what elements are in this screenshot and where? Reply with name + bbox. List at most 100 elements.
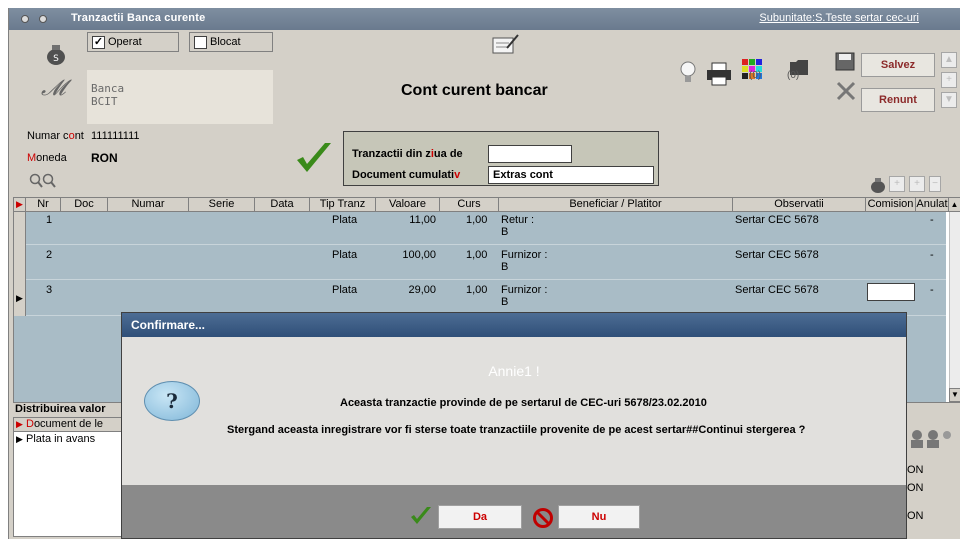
col-serie[interactable]: Serie <box>189 198 255 212</box>
save-disk-icon[interactable] <box>835 52 857 75</box>
window-close-dot[interactable] <box>21 15 29 23</box>
money-bag-small-icon[interactable] <box>869 176 887 197</box>
grid-scroll-up-icon[interactable]: ▲ <box>949 198 960 212</box>
grid-scroll-down-icon[interactable]: ▼ <box>949 388 960 402</box>
dist-right-3: ON <box>907 510 924 522</box>
printer-icon[interactable] <box>705 62 733 89</box>
blocat-label: Blocat <box>210 36 241 48</box>
lightbulb-icon[interactable] <box>679 60 697 89</box>
transactions-filter-panel: Tranzactii din ziua de Document cumulati… <box>343 131 659 186</box>
cancel-scissors-icon[interactable] <box>835 80 857 105</box>
script-m-icon[interactable]: 𝓜 <box>41 76 66 101</box>
cell-curs: 1,00 <box>466 249 488 261</box>
count-folder: (0) <box>787 70 800 81</box>
add-row-icon[interactable]: + <box>889 176 905 192</box>
remove-row-icon[interactable]: − <box>929 176 941 192</box>
svg-text:S: S <box>53 54 59 64</box>
dialog-user-greeting: Annie1 ! <box>488 363 540 379</box>
operat-checkbox[interactable]: ✓ Operat <box>87 32 179 52</box>
moneda-label: Moneda <box>27 152 67 164</box>
moneda-value: RON <box>91 151 118 165</box>
company-box: Banca BCIT <box>87 70 273 124</box>
edit-note-icon[interactable] <box>491 32 521 59</box>
people-icon[interactable] <box>909 428 953 451</box>
blocat-checkbox-box[interactable] <box>194 35 207 49</box>
dist-row-arrow-icon: ▶ <box>16 434 23 444</box>
cell-nr: 3 <box>46 284 53 296</box>
dist-right-2: ON <box>907 482 924 494</box>
table-row[interactable]: 2 Plata 100,00 1,00 Furnizor : B Sertar … <box>14 245 946 280</box>
dialog-message-1: Aceasta tranzactie provinde de pe sertar… <box>340 397 707 409</box>
scroll-up-icon[interactable]: ▲ <box>941 52 957 68</box>
dist-right-1: ON <box>907 464 924 476</box>
col-observatii[interactable]: Observatii <box>733 198 866 212</box>
dialog-footer: Da Nu <box>122 485 906 538</box>
dist-header-arrow-icon: ▶ <box>16 419 23 429</box>
col-curs[interactable]: Curs <box>440 198 499 212</box>
checkmark-icon[interactable] <box>295 140 333 181</box>
window-title: Tranzactii Banca curente <box>71 12 206 24</box>
add-icon[interactable]: + <box>941 72 957 88</box>
cell-valoare: 29,00 <box>408 284 436 296</box>
yes-check-icon[interactable] <box>410 505 432 530</box>
cell-anulat: - <box>930 214 934 226</box>
no-button[interactable]: Nu <box>558 505 640 529</box>
cell-curs: 1,00 <box>466 214 488 226</box>
add-row-2-icon[interactable]: + <box>909 176 925 192</box>
yes-button[interactable]: Da <box>438 505 522 529</box>
save-button[interactable]: Salvez <box>861 53 935 77</box>
window-minimize-dot[interactable] <box>39 15 47 23</box>
comision-input[interactable] <box>867 283 915 301</box>
header-indicator-icon: ▶ <box>14 198 26 212</box>
col-numar[interactable]: Numar <box>108 198 189 212</box>
zoom-icon[interactable] <box>29 173 59 192</box>
cell-valoare: 100,00 <box>402 249 436 261</box>
col-tip-tranz[interactable]: Tip Tranz <box>310 198 376 212</box>
cell-beneficiar: Furnizor : <box>501 249 548 261</box>
col-data[interactable]: Data <box>255 198 310 212</box>
col-comision[interactable]: Comision <box>866 198 916 212</box>
col-nr[interactable]: Nr <box>26 198 61 212</box>
col-valoare[interactable]: Valoare <box>376 198 440 212</box>
title-bar: Tranzactii Banca curente Subunitate:S.Te… <box>9 8 960 30</box>
table-row[interactable]: ▶ 3 Plata 29,00 1,00 Furnizor : B Sertar… <box>14 280 946 316</box>
cell-beneficiar-2: B <box>501 261 509 273</box>
row-selector[interactable] <box>14 212 26 245</box>
distribution-row[interactable]: ▶ Plata in avans <box>14 433 122 447</box>
scroll-down-icon[interactable]: ▼ <box>941 92 957 108</box>
cell-beneficiar-2: B <box>501 226 509 238</box>
blocat-checkbox[interactable]: Blocat <box>189 32 273 52</box>
cell-observatii: Sertar CEC 5678 <box>735 214 819 226</box>
cell-nr: 2 <box>46 249 53 261</box>
cell-valoare: 11,00 <box>409 214 436 226</box>
cell-tip: Plata <box>332 284 358 296</box>
cell-beneficiar: Retur : <box>501 214 535 226</box>
grid-scrollbar[interactable] <box>949 212 960 402</box>
question-icon: ? <box>144 381 200 421</box>
doc-cumulativ-label: Document cumulativ <box>352 169 461 181</box>
tz-date-input[interactable] <box>488 145 572 163</box>
row-selector[interactable] <box>14 245 26 280</box>
col-anulat[interactable]: Anulat <box>916 198 949 212</box>
grid-header: ▶ Nr Doc Numar Serie Data Tip Tranz Valo… <box>14 198 960 212</box>
table-row[interactable]: 1 Plata 11,00 1,00 Retur : B Sertar CEC … <box>14 212 946 245</box>
cell-beneficiar: Furnizor : <box>501 284 548 296</box>
cancel-button[interactable]: Renunt <box>861 88 935 112</box>
cell-beneficiar-2: B <box>501 296 509 308</box>
row-current-arrow-icon[interactable]: ▶ <box>14 280 26 316</box>
doc-cumulativ-field[interactable]: Extras cont <box>488 166 654 184</box>
col-beneficiar[interactable]: Beneficiar / Platitor <box>499 198 733 212</box>
operat-checkbox-box[interactable]: ✓ <box>92 35 105 49</box>
distribution-header: ▶ Document de le <box>14 418 122 432</box>
col-doc[interactable]: Doc <box>61 198 108 212</box>
distribution-title: Distribuirea valor <box>15 403 106 415</box>
numar-cont-label: Numar cont <box>27 130 84 142</box>
subunit-link[interactable]: Subunitate:S.Teste sertar cec-uri <box>759 12 919 24</box>
dialog-body: Annie1 ! ? Aceasta tranzactie provinde d… <box>122 337 906 485</box>
cell-anulat: - <box>930 284 934 296</box>
operat-label: Operat <box>108 36 142 48</box>
count-cube: (0) <box>749 70 762 81</box>
no-prohibit-icon[interactable] <box>532 507 554 532</box>
dialog-title: Confirmare... <box>122 313 906 337</box>
money-bag-icon[interactable]: S <box>45 42 67 69</box>
